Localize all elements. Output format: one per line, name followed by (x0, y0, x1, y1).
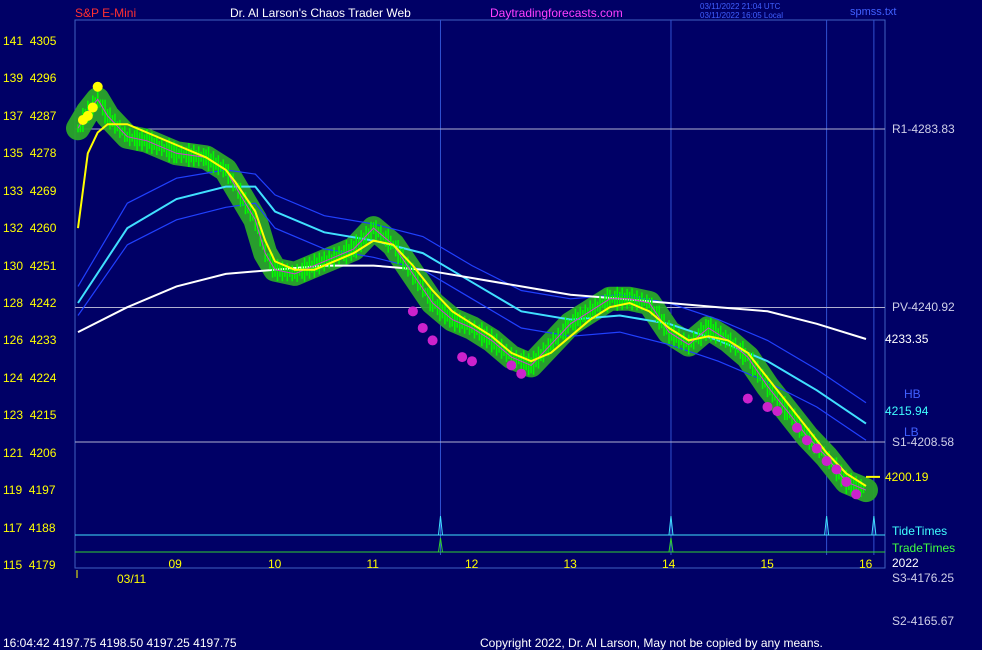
signal-marker (851, 489, 862, 500)
quote-line: 16:04:42 4197.75 4198.50 4197.25 4197.75 (3, 636, 237, 650)
y-tick-label: 123 4215 (3, 408, 57, 423)
signal-marker (742, 393, 753, 404)
y-tick-label: 117 4188 (3, 520, 56, 535)
y-tick-label: 141 4305 (3, 34, 57, 48)
signal-marker (772, 406, 783, 417)
signal-marker (457, 352, 468, 363)
y-tick-label: 124 4224 (3, 370, 57, 385)
signal-marker (841, 476, 852, 487)
y-tick-label: 128 4242 (3, 296, 57, 310)
band-label: HB (904, 387, 921, 402)
signal-marker (821, 456, 832, 467)
plot-frame (74, 19, 886, 569)
opening-marker (87, 102, 98, 113)
x-tick-label: 11 (366, 557, 379, 571)
end-value-label: 4215.94 (885, 404, 929, 419)
y-tick-label: 126 4233 (3, 333, 57, 348)
y-tick-label: 135 4278 (3, 146, 57, 161)
signal-marker (831, 464, 842, 475)
x-tick-label: 12 (465, 557, 479, 571)
tide-times-label: TideTimes (892, 524, 948, 538)
signal-marker (801, 435, 812, 446)
file-label: spmss.txt (850, 6, 897, 18)
end-value-label: 4200.19 (885, 469, 929, 484)
y-tick-label: 133 4269 (3, 183, 57, 198)
end-value-label: 4233.35 (885, 331, 929, 346)
signal-marker (792, 422, 803, 433)
copyright-notice: Copyright 2022, Dr. Al Larson, May not b… (480, 636, 823, 650)
level-label: S1-4208.58 (892, 434, 955, 449)
y-tick-label: 137 4287 (3, 108, 57, 123)
x-tick-label: 16 (859, 557, 873, 571)
y-tick-label: 132 4260 (3, 221, 57, 236)
x-tick-label: 14 (662, 557, 676, 571)
signal-marker (417, 322, 428, 333)
y-tick-label: 115 4179 (3, 558, 56, 572)
mid-band-line (77, 185, 867, 425)
chart-svg (66, 19, 886, 578)
signal-marker (762, 401, 773, 412)
level-label: PV-4240.92 (892, 300, 955, 315)
band-label: LB (904, 424, 919, 439)
local-timestamp: 03/11/2022 16:05 Local (700, 11, 784, 20)
signal-marker (407, 306, 418, 317)
y-tick-label: 139 4296 (3, 71, 57, 86)
level-label: S3-4176.25 (892, 571, 955, 585)
y-tick-label: 121 4206 (3, 445, 57, 460)
opening-marker (82, 110, 93, 121)
signal-marker (811, 443, 822, 454)
x-tick-label: 09 (168, 557, 182, 571)
signal-marker (506, 360, 517, 371)
utc-timestamp: 03/11/2022 21:04 UTC (700, 2, 781, 11)
date-label: 03/11 (117, 572, 147, 586)
x-tick-label: 15 (760, 557, 774, 571)
level-label: R1-4283.83 (892, 122, 955, 137)
y-tick-label: 130 4251 (3, 258, 57, 273)
site-link[interactable]: Daytradingforecasts.com (490, 6, 623, 20)
year-label: 2022 (892, 556, 919, 570)
trade-times-label: TradeTimes (892, 541, 956, 555)
instrument-label: S&P E-Mini (75, 6, 137, 20)
level-label: S2-4165.67 (892, 614, 955, 628)
chart-canvas: S&P E-Mini Dr. Al Larson's Chaos Trader … (0, 0, 982, 650)
signal-marker (427, 335, 438, 346)
x-tick-label: 10 (268, 557, 282, 571)
y-tick-label: 119 4197 (3, 483, 56, 498)
opening-marker (92, 81, 103, 92)
signal-marker (516, 368, 527, 379)
signal-marker (467, 356, 477, 367)
fast-average-line (77, 123, 867, 487)
chart-title: Dr. Al Larson's Chaos Trader Web (230, 6, 411, 20)
x-tick-label: 13 (563, 557, 577, 571)
